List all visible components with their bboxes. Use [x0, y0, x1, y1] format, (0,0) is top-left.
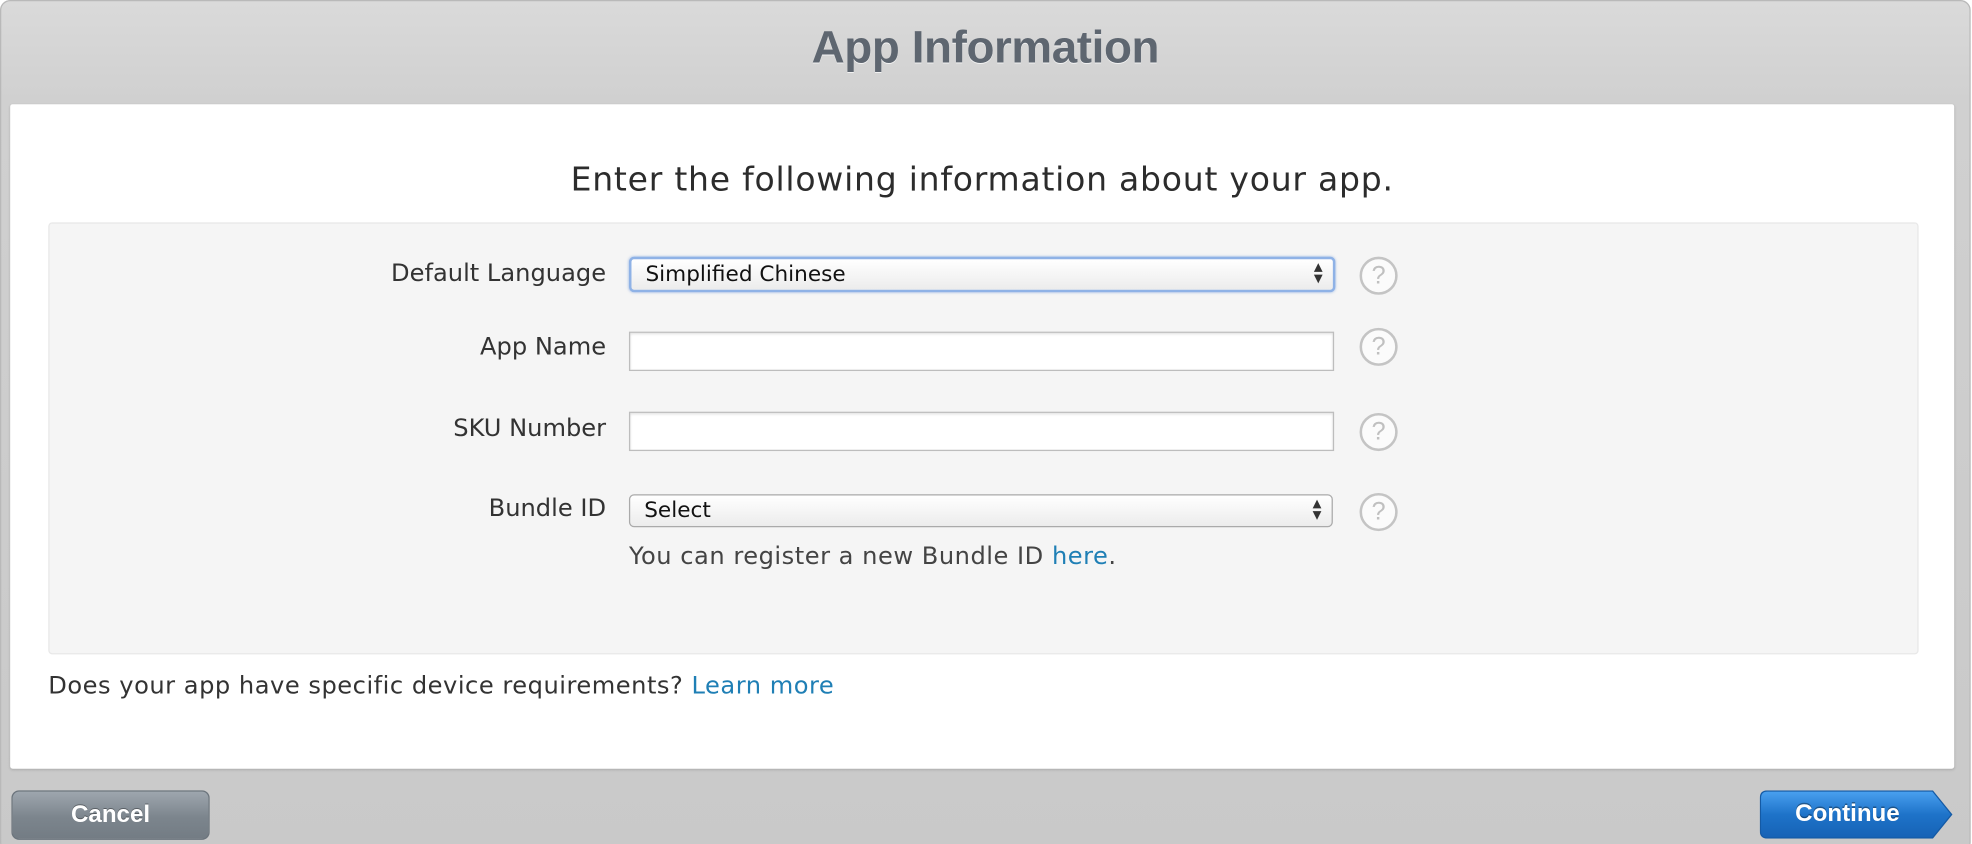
device-requirements-text: Does your app have specific device requi…: [48, 672, 834, 700]
continue-button-label: Continue: [1795, 800, 1900, 828]
app-name-help-icon[interactable]: ?: [1359, 327, 1398, 366]
continue-button[interactable]: Continue: [1759, 790, 1953, 839]
default-language-value: Simplified Chinese: [645, 261, 846, 288]
bundle-id-help-icon[interactable]: ?: [1359, 492, 1398, 532]
bundle-id-label: Bundle ID: [488, 494, 607, 523]
sku-number-input[interactable]: [628, 411, 1335, 452]
intro-text: Enter the following information about yo…: [570, 161, 1394, 200]
default-language-label: Default Language: [391, 259, 607, 288]
dialog-title: App Information: [811, 20, 1160, 73]
sku-number-label: SKU Number: [453, 414, 607, 443]
app-information-dialog: App Information Enter the following info…: [0, 0, 1971, 844]
stage: App Information Enter the following info…: [0, 0, 1972, 844]
content-panel: Enter the following information about yo…: [10, 104, 1955, 769]
device-requirements-question: Does your app have specific device requi…: [48, 672, 692, 701]
sku-number-help-icon[interactable]: ?: [1359, 412, 1398, 452]
register-bundle-id-link[interactable]: here: [1052, 543, 1108, 571]
up-down-chevron-icon: ▲ ▼: [1312, 498, 1322, 523]
learn-more-link[interactable]: Learn more: [692, 672, 835, 700]
app-name-input[interactable]: [628, 331, 1335, 372]
cancel-button[interactable]: Cancel: [11, 790, 210, 840]
app-name-label: App Name: [480, 332, 607, 361]
register-bundle-id-hint: You can register a new Bundle ID here.: [629, 543, 1117, 571]
app-info-form: Default Language Simplified Chinese ▲ ▼ ?…: [48, 222, 1919, 655]
bundle-id-select[interactable]: Select ▲ ▼: [628, 494, 1333, 528]
bundle-id-value: Select: [644, 498, 711, 524]
register-hint-suffix: .: [1108, 542, 1117, 571]
default-language-help-icon[interactable]: ?: [1359, 256, 1398, 295]
register-hint-prefix: You can register a new Bundle ID: [628, 542, 1052, 571]
up-down-chevron-icon: ▲ ▼: [1313, 261, 1323, 286]
default-language-select[interactable]: Simplified Chinese ▲ ▼: [628, 256, 1336, 293]
